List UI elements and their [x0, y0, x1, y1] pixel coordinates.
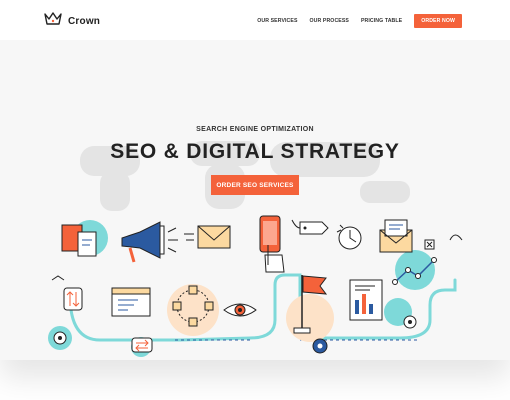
nav-our-services[interactable]: OUR SERVICES	[257, 18, 297, 24]
smartphone-touch-icon	[259, 215, 285, 273]
hero-headline: SEO & DIGITAL STRATEGY	[110, 140, 400, 163]
envelope-icon	[184, 225, 231, 249]
price-tag-icon	[291, 219, 329, 235]
hero-kicker: SEARCH ENGINE OPTIMIZATION	[196, 126, 314, 133]
brand-name: Crown	[68, 16, 101, 27]
seo-illustration	[48, 215, 463, 357]
site-header: Crown OUR SERVICES OUR PROCESS PRICING T…	[0, 0, 510, 40]
order-seo-services-button[interactable]: ORDER SEO SERVICES	[211, 175, 299, 195]
gear-icon	[53, 315, 417, 354]
open-mail-icon	[379, 219, 413, 253]
page-card: Crown OUR SERVICES OUR PROCESS PRICING T…	[0, 0, 510, 360]
transfer-arrows-icon	[131, 337, 153, 353]
megaphone-icon	[121, 221, 178, 263]
brand-logo[interactable]: Crown	[44, 12, 100, 31]
nav-pricing-table[interactable]: PRICING TABLE	[361, 18, 402, 24]
close-box-icon	[424, 239, 435, 250]
report-document-icon	[349, 279, 383, 321]
order-now-button[interactable]: ORDER NOW	[414, 14, 462, 28]
nav-our-process[interactable]: OUR PROCESS	[310, 18, 349, 24]
sort-arrows-icon	[63, 287, 83, 311]
hero-section: SEARCH ENGINE OPTIMIZATION SEO & DIGITAL…	[0, 40, 510, 360]
eye-icon	[223, 303, 257, 317]
crown-icon	[44, 12, 62, 31]
browser-window-icon	[111, 287, 151, 317]
main-nav: OUR SERVICES OUR PROCESS PRICING TABLE O…	[257, 14, 462, 28]
stopwatch-icon	[336, 224, 362, 250]
